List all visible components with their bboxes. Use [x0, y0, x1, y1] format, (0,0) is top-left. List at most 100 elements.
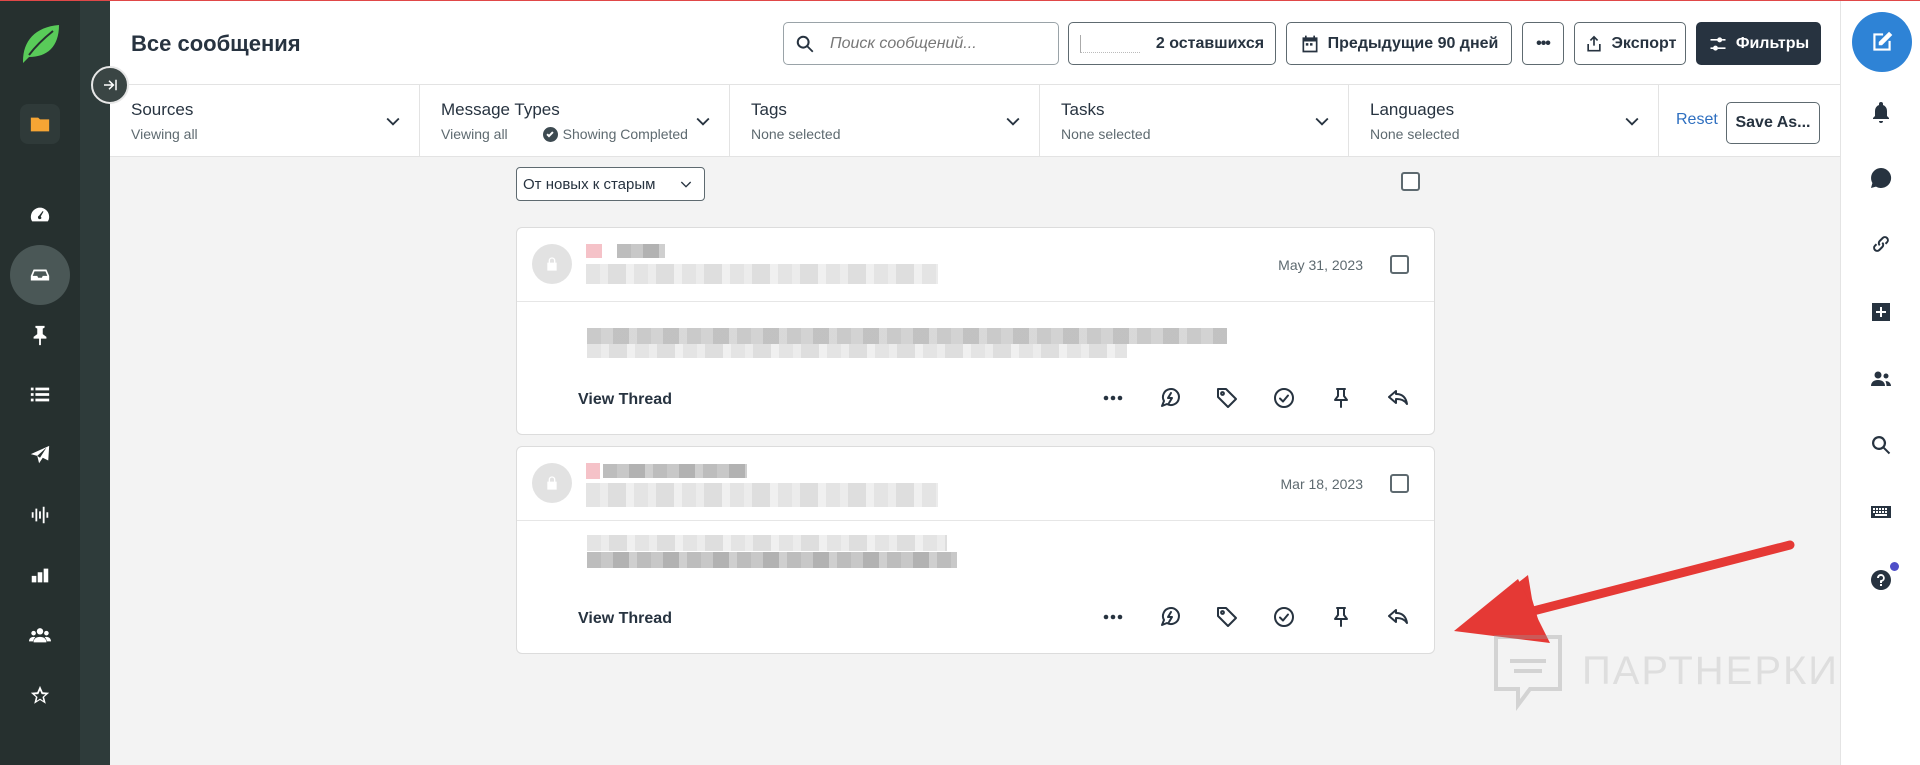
more-actions-button[interactable]	[1097, 601, 1129, 633]
nav-star-icon[interactable]	[10, 665, 70, 725]
date-range-button[interactable]: Предыдущие 90 дней	[1286, 22, 1512, 65]
more-options-button[interactable]: •••	[1522, 22, 1564, 65]
spike-icon	[1161, 607, 1180, 626]
team-button[interactable]	[1867, 365, 1895, 393]
sprout-logo-icon[interactable]	[19, 21, 63, 65]
view-thread-link[interactable]: View Thread	[578, 391, 672, 409]
message-card[interactable]: May 31, 2023 View Thread	[516, 227, 1435, 435]
chevron-down-icon	[693, 111, 713, 131]
notifications-button[interactable]	[1867, 98, 1895, 126]
lock-icon	[547, 476, 557, 490]
nav-listening-icon[interactable]	[10, 485, 70, 545]
reset-link[interactable]: Reset	[1676, 111, 1718, 129]
filter-title: Sources	[131, 100, 194, 119]
page-title: Все сообщения	[131, 31, 301, 56]
nav-inbox-icon[interactable]	[10, 245, 70, 305]
nav-send-icon[interactable]	[10, 425, 70, 485]
nav-people-icon[interactable]	[10, 605, 70, 665]
chevron-down-icon	[1622, 111, 1642, 131]
search-box[interactable]	[783, 22, 1059, 65]
filter-title: Languages	[1370, 100, 1455, 119]
sliders-icon	[1710, 36, 1726, 51]
calendar-icon	[1302, 35, 1318, 52]
nav-pin-icon[interactable]	[10, 305, 70, 365]
chevron-down-icon	[680, 181, 692, 188]
avatar	[532, 463, 572, 503]
filter-sources[interactable]: Sources Viewing all	[110, 85, 420, 157]
notification-dot	[1890, 562, 1899, 571]
redacted-message-body	[587, 344, 1127, 358]
redacted-message-body	[587, 535, 947, 551]
more-icon	[1103, 614, 1123, 620]
complete-icon	[1274, 388, 1294, 408]
message-date: Mar 18, 2023	[1280, 476, 1364, 492]
nav-folder-icon[interactable]	[20, 104, 60, 144]
message-card[interactable]: Mar 18, 2023 View Thread	[516, 446, 1435, 654]
message-actions	[1097, 382, 1414, 414]
search-icon	[1872, 436, 1891, 455]
nav-list-icon[interactable]	[10, 365, 70, 425]
keyboard-icon	[1871, 506, 1891, 518]
nav-dashboard-icon[interactable]	[10, 185, 70, 245]
more-icon	[1103, 395, 1123, 401]
redacted-message-body	[587, 552, 957, 568]
message-checkbox[interactable]	[1390, 474, 1409, 493]
help-button[interactable]	[1867, 562, 1899, 594]
add-button[interactable]	[1867, 298, 1895, 326]
filters-label: Фильтры	[1735, 34, 1810, 52]
filter-languages[interactable]: Languages None selected	[1349, 85, 1659, 157]
search-input[interactable]	[830, 34, 1030, 53]
reply-button[interactable]	[1382, 601, 1414, 633]
redacted-text	[586, 244, 602, 258]
more-icon: •••	[1536, 34, 1551, 52]
sort-select[interactable]: От новых к старым	[516, 167, 705, 201]
nav-reports-icon[interactable]	[10, 545, 70, 605]
pin-icon	[1334, 388, 1348, 408]
right-rail	[1840, 1, 1920, 765]
tag-icon	[1217, 607, 1237, 627]
complete-button[interactable]	[1268, 601, 1300, 633]
filter-tags[interactable]: Tags None selected	[730, 85, 1040, 157]
spike-button[interactable]	[1154, 382, 1186, 414]
tag-button[interactable]	[1211, 382, 1243, 414]
lock-icon	[547, 257, 557, 271]
redacted-text	[586, 483, 938, 507]
link-button[interactable]	[1867, 230, 1895, 258]
remaining-label: 2 оставшихся	[1155, 34, 1265, 52]
pin-button[interactable]	[1325, 601, 1357, 633]
keyboard-shortcuts-button[interactable]	[1867, 498, 1895, 526]
spike-alerts-button[interactable]	[1867, 164, 1895, 192]
global-search-button[interactable]	[1867, 431, 1895, 459]
filter-message-types[interactable]: Message Types Viewing all Showing Comple…	[420, 85, 730, 157]
pin-button[interactable]	[1325, 382, 1357, 414]
check-circle-icon	[542, 126, 558, 142]
compose-button[interactable]	[1852, 12, 1912, 72]
message-checkbox[interactable]	[1390, 255, 1409, 274]
filter-subtitle: Viewing all	[441, 126, 508, 142]
tag-button[interactable]	[1211, 601, 1243, 633]
avatar	[532, 244, 572, 284]
search-icon	[796, 35, 814, 52]
message-date: May 31, 2023	[1278, 257, 1363, 273]
add-icon	[1872, 303, 1890, 321]
filter-tasks[interactable]: Tasks None selected	[1040, 85, 1349, 157]
save-as-button[interactable]: Save As...	[1726, 102, 1820, 144]
spike-button[interactable]	[1154, 601, 1186, 633]
select-all-checkbox[interactable]	[1401, 172, 1420, 191]
remaining-button[interactable]: 2 оставшихся	[1068, 22, 1276, 65]
message-card-header: Mar 18, 2023	[517, 447, 1434, 521]
spike-icon	[1871, 167, 1892, 188]
export-button[interactable]: Экспорт	[1574, 22, 1686, 65]
page-header: Все сообщения 2 оставшихся Предыдущие 90…	[110, 1, 1840, 85]
complete-button[interactable]	[1268, 382, 1300, 414]
more-actions-button[interactable]	[1097, 382, 1129, 414]
view-thread-link[interactable]: View Thread	[578, 610, 672, 628]
collapse-panel-button[interactable]	[91, 66, 129, 104]
redacted-text	[586, 463, 600, 479]
reply-button[interactable]	[1382, 382, 1414, 414]
pin-icon	[1334, 607, 1348, 627]
watermark-text: ПАРТНЕРКИН	[1582, 648, 1870, 693]
filters-button[interactable]: Фильтры	[1696, 22, 1821, 65]
tag-icon	[1217, 388, 1237, 408]
filter-subtitle: None selected	[1061, 126, 1151, 142]
